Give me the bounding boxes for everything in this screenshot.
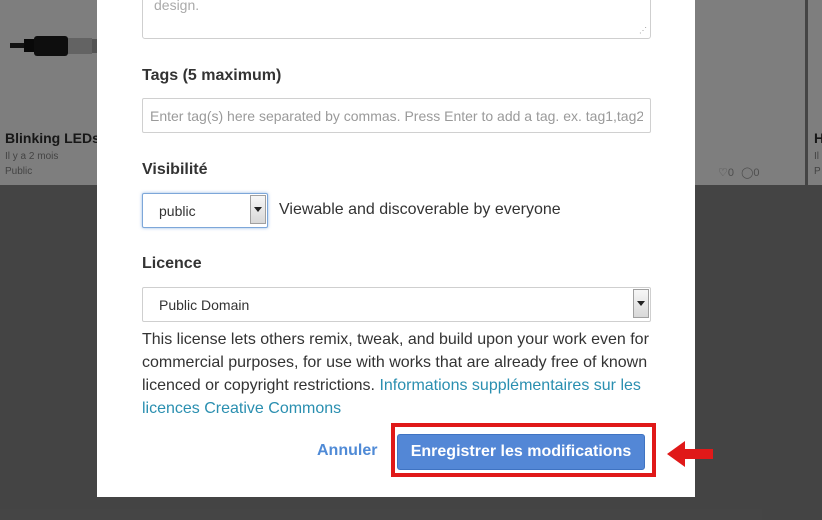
licence-label: Licence [142,255,202,272]
highlight-box [391,423,656,477]
visibility-description: Viewable and discoverable by everyone [279,201,561,218]
visibility-label: Visibilité [142,161,208,178]
tags-input[interactable] [142,98,651,133]
resize-grip-icon[interactable]: ⋰ [639,27,647,35]
licence-description: This license lets others remix, tweak, a… [142,328,650,420]
licence-selected-value: Public Domain [159,297,250,313]
chevron-down-icon [254,207,262,212]
description-textarea[interactable]: design. ⋰ [142,0,651,39]
arrow-left-icon [667,441,713,467]
cancel-button[interactable]: Annuler [317,442,377,460]
visibility-selected-value: public [159,203,196,219]
description-text: design. [154,0,200,13]
visibility-select[interactable]: public [142,193,268,228]
tags-label: Tags (5 maximum) [142,67,282,84]
chevron-down-icon [637,301,645,306]
visibility-dropdown-button[interactable] [250,195,266,224]
licence-dropdown-button[interactable] [633,289,649,318]
licence-select[interactable]: Public Domain [142,287,651,322]
